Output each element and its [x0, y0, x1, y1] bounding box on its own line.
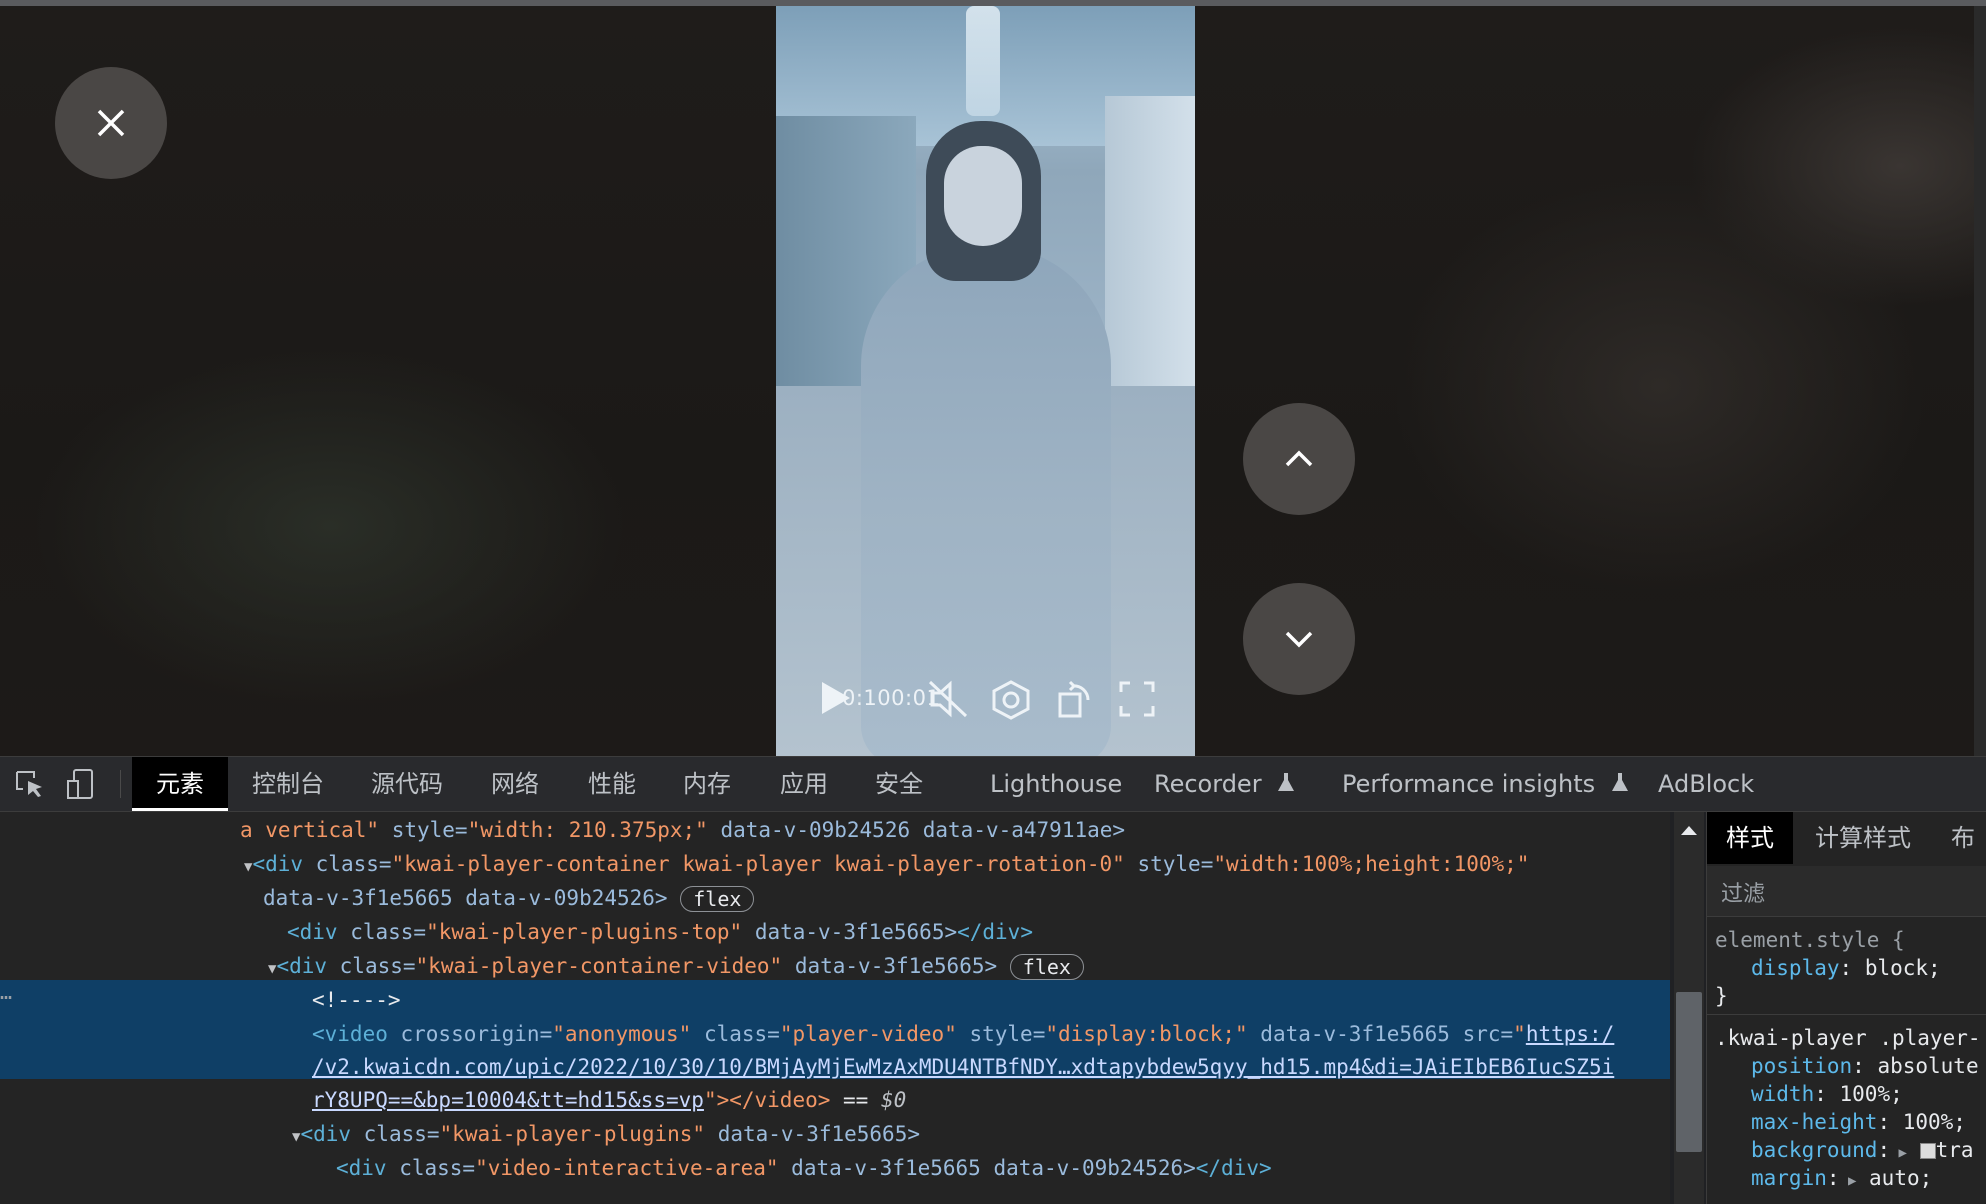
tab-performance-insights[interactable]: Performance insights — [1342, 757, 1631, 811]
toolbar-divider — [120, 770, 121, 798]
devtools-panel: 元素 控制台 源代码 网络 性能 内存 应用 安全 Lighthouse Rec… — [0, 756, 1986, 1204]
tree-line[interactable]: <div class="kwai-player-plugins-top" dat… — [287, 917, 1033, 947]
tab-performance[interactable]: 性能 — [588, 757, 636, 811]
previous-video-button[interactable] — [1243, 403, 1355, 515]
experiment-flask-icon — [1278, 773, 1295, 791]
node-actions-ellipsis[interactable]: … — [0, 980, 12, 1010]
video-player[interactable] — [776, 6, 1195, 756]
chevron-down-icon — [1285, 631, 1313, 648]
style-rule-selector: element.style { — [1715, 928, 1905, 952]
tab-elements[interactable]: 元素 — [132, 757, 228, 811]
style-declaration[interactable]: position: absolute — [1751, 1052, 1979, 1080]
video-time: 0:100:01 — [842, 686, 941, 710]
tree-line[interactable]: a vertical" style="width: 210.375px;" da… — [240, 815, 1125, 845]
video-src-link[interactable]: /v2.kwaicdn.com/upic/2022/10/30/10/BMjAy… — [312, 1055, 1614, 1079]
filter-placeholder: 过滤 — [1721, 882, 1766, 907]
style-declaration[interactable]: margin: ▶ auto; — [1751, 1164, 1932, 1192]
page-scrollbar[interactable] — [1974, 6, 1986, 756]
elements-tree[interactable]: … a vertical" style="width: 210.375px;" … — [0, 812, 1670, 1204]
tab-memory[interactable]: 内存 — [683, 757, 731, 811]
mute-icon[interactable] — [928, 680, 968, 722]
next-video-button[interactable] — [1243, 583, 1355, 695]
tab-application[interactable]: 应用 — [780, 757, 828, 811]
styles-filter-input[interactable]: 过滤 — [1707, 866, 1986, 917]
video-scene-face — [944, 146, 1022, 246]
style-declaration[interactable]: background: ▶ tra — [1751, 1136, 1974, 1164]
styles-pane: 样式 计算样式 布局 过滤 element.style { display: b… — [1706, 812, 1986, 1204]
tab-recorder[interactable]: Recorder — [1154, 757, 1297, 811]
tab-lighthouse[interactable]: Lighthouse — [990, 757, 1122, 811]
rotate-icon[interactable] — [1056, 680, 1094, 724]
close-icon — [97, 109, 125, 137]
tab-layout[interactable]: 布局 — [1951, 812, 1986, 904]
tree-line-selected[interactable]: /v2.kwaicdn.com/upic/2022/10/30/10/BMjAy… — [312, 1052, 1614, 1082]
video-scene-light — [966, 6, 1000, 116]
close-button[interactable] — [55, 67, 167, 179]
color-swatch-icon[interactable] — [1919, 1143, 1936, 1159]
tab-performance-insights-label: Performance insights — [1342, 770, 1596, 798]
style-rule-close: } — [1715, 984, 1728, 1008]
tab-sources[interactable]: 源代码 — [371, 757, 443, 811]
tab-recorder-label: Recorder — [1154, 770, 1262, 798]
device-toolbar-icon[interactable] — [66, 769, 98, 799]
devtools-tabbar: 元素 控制台 源代码 网络 性能 内存 应用 安全 Lighthouse Rec… — [0, 757, 1986, 812]
tree-line-selected[interactable]: rY8UPQ==&bp=10004&tt=hd15&ss=vp"></video… — [312, 1085, 906, 1115]
tab-computed[interactable]: 计算样式 — [1815, 812, 1911, 864]
video-src-link[interactable]: https:/ — [1526, 1022, 1615, 1046]
tab-console[interactable]: 控制台 — [252, 757, 324, 811]
tree-line-selected[interactable]: <video crossorigin="anonymous" class="pl… — [312, 1019, 1614, 1049]
settings-icon[interactable] — [990, 680, 1032, 724]
style-declaration[interactable]: width: 100%; — [1751, 1080, 1903, 1108]
tree-line[interactable]: ▼<div class="kwai-player-plugins" data-v… — [292, 1119, 920, 1149]
scroll-up-arrow-icon[interactable] — [1680, 821, 1698, 840]
tree-line[interactable]: ▼<div class="kwai-player-container-video… — [268, 951, 1084, 981]
expand-triangle-icon[interactable]: ▶ — [1840, 1173, 1856, 1189]
tree-line[interactable]: <div class="video-interactive-area" data… — [336, 1153, 1272, 1183]
tab-styles[interactable]: 样式 — [1707, 812, 1793, 864]
tree-line[interactable]: data-v-3f1e5665 data-v-09b24526> flex — [263, 883, 755, 913]
tab-adblock[interactable]: AdBlock — [1658, 757, 1754, 811]
style-rule-selector: .kwai-player .player- — [1715, 1026, 1981, 1050]
fullscreen-icon[interactable] — [1118, 680, 1156, 722]
chevron-up-icon — [1285, 450, 1313, 467]
style-declaration[interactable]: display: block; — [1751, 954, 1941, 982]
tree-line[interactable]: ▼<div class="kwai-player-container kwai-… — [244, 849, 1529, 879]
rule-divider — [1707, 1014, 1986, 1015]
video-src-link[interactable]: rY8UPQ==&bp=10004&tt=hd15&ss=vp — [312, 1088, 704, 1112]
expand-triangle-icon[interactable]: ▶ — [1890, 1145, 1907, 1161]
flex-badge[interactable]: flex — [680, 886, 755, 912]
inspect-element-icon[interactable] — [14, 769, 46, 799]
tree-line-comment[interactable]: <!----> — [312, 985, 401, 1015]
flex-badge[interactable]: flex — [1009, 954, 1084, 980]
tab-security[interactable]: 安全 — [875, 757, 923, 811]
elements-scrollbar-thumb[interactable] — [1676, 992, 1702, 1152]
experiment-flask-icon — [1611, 773, 1628, 791]
style-declaration[interactable]: max-height: 100%; — [1751, 1108, 1966, 1136]
tab-network[interactable]: 网络 — [491, 757, 539, 811]
